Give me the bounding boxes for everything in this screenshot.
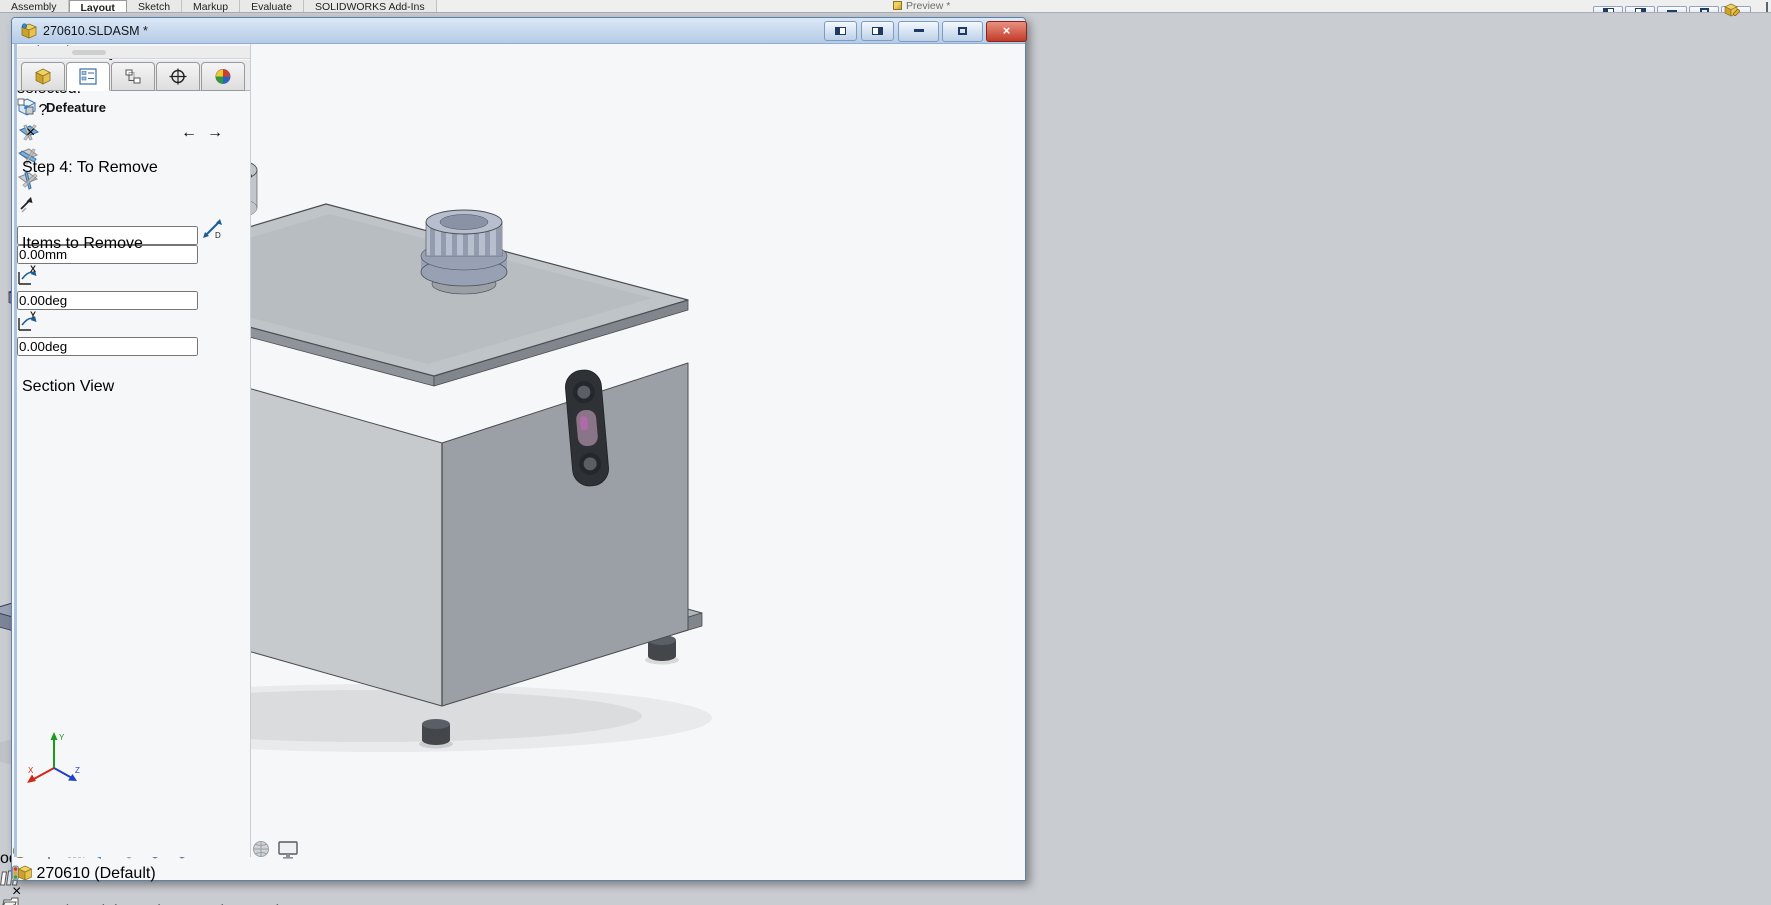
defeature-actions: × ← → bbox=[17, 124, 250, 146]
back-arrow-icon: ← bbox=[181, 124, 197, 141]
feature-tree-cube-icon bbox=[34, 68, 52, 85]
tab-layout[interactable]: Layout bbox=[69, 0, 127, 13]
items-group-header[interactable]: Items to Remove bbox=[17, 233, 250, 253]
command-manager-tab-strip: AssemblyLayoutSketchMarkupEvaluateSOLIDW… bbox=[0, 0, 1771, 13]
svg-text:Y: Y bbox=[59, 733, 65, 742]
editing-assembly-icon bbox=[1723, 3, 1740, 19]
defeature-header: Defeature ? bbox=[17, 98, 250, 120]
display-ball-icon bbox=[214, 68, 232, 85]
show-right-pane-button[interactable] bbox=[1625, 6, 1655, 13]
section-x-rotation-icon: X bbox=[17, 264, 39, 286]
forward-arrow-icon: → bbox=[207, 124, 223, 141]
left-pane-icon bbox=[1603, 8, 1614, 13]
back-step-button[interactable]: ← bbox=[181, 124, 197, 142]
tab-evaluate[interactable]: Evaluate bbox=[240, 0, 304, 13]
restore-button[interactable] bbox=[1689, 6, 1719, 13]
doc-left-pane-button[interactable] bbox=[824, 21, 857, 41]
assembly-doc-icon bbox=[21, 23, 38, 39]
section-y-rotation-field bbox=[17, 337, 250, 356]
close-icon: × bbox=[1003, 23, 1011, 38]
panel-title: Defeature bbox=[46, 100, 106, 115]
minimize-icon bbox=[914, 29, 924, 32]
feature-tree-root[interactable]: 270610 (Default) bbox=[12, 865, 1025, 883]
section-group-header[interactable]: Section View bbox=[17, 376, 250, 396]
svg-text:Z: Z bbox=[75, 766, 80, 775]
items-header-label: Items to Remove bbox=[22, 235, 143, 253]
section-y-rotation-input[interactable] bbox=[17, 337, 198, 356]
crosshair-target-icon bbox=[169, 68, 187, 85]
displaymanager-tab[interactable] bbox=[201, 62, 245, 91]
document-title: 270610.SLDASM * bbox=[43, 24, 148, 38]
section-x-rotation-field bbox=[17, 291, 250, 310]
left-pane-icon bbox=[835, 27, 846, 35]
restore-icon bbox=[958, 27, 967, 35]
show-left-pane-button[interactable] bbox=[1593, 6, 1623, 13]
defeature-icon bbox=[17, 98, 34, 115]
frame-edge bbox=[1766, 2, 1768, 12]
grip-handle[interactable] bbox=[72, 50, 106, 55]
step-group-header[interactable]: Step 4: To Remove bbox=[17, 157, 250, 177]
preview-window-title: Preview * bbox=[893, 0, 950, 13]
right-pane-icon bbox=[1635, 8, 1646, 13]
property-list-icon bbox=[79, 68, 97, 85]
step-header-label: Step 4: To Remove bbox=[22, 159, 158, 177]
tab-sketch[interactable]: Sketch bbox=[127, 0, 182, 13]
panel-top-grip[interactable] bbox=[17, 46, 250, 59]
configurationmanager-tab[interactable] bbox=[111, 62, 155, 91]
tab-solidworks-add-ins[interactable]: SOLIDWORKS Add-Ins bbox=[304, 0, 437, 13]
configuration-tree-icon bbox=[124, 68, 142, 85]
monitor-icon bbox=[277, 838, 299, 860]
assembly-tree-icon bbox=[12, 865, 32, 881]
apply-scene-button[interactable] bbox=[250, 847, 276, 864]
featuremanager-tab[interactable] bbox=[21, 62, 65, 91]
minimize-icon bbox=[1667, 10, 1677, 13]
orientation-triad: Y X Z bbox=[26, 730, 86, 790]
reference-arrow-icon bbox=[17, 195, 35, 213]
view-settings-button[interactable] bbox=[277, 847, 299, 864]
preview-doc-icon bbox=[893, 1, 902, 10]
cancel-x-icon: × bbox=[26, 124, 35, 141]
manager-tab-strip bbox=[17, 60, 250, 91]
cancel-button[interactable]: × bbox=[26, 124, 35, 142]
svg-text:X: X bbox=[28, 766, 34, 775]
section-header-label: Section View bbox=[22, 378, 114, 396]
document-tabbar: |◀◀▶▶| Model 3D Views Motion Study 1 bbox=[12, 901, 1025, 905]
svg-text:Y: Y bbox=[30, 310, 36, 320]
section-x-rotation-input[interactable] bbox=[17, 291, 198, 310]
doc-right-pane-button[interactable] bbox=[861, 21, 894, 41]
document-titlebar[interactable]: 270610.SLDASM * × bbox=[12, 18, 1025, 44]
apply-scene-icon bbox=[250, 838, 272, 860]
doc-restore-button[interactable] bbox=[942, 21, 983, 42]
solidworks-application: AssemblyLayoutSketchMarkupEvaluateSOLIDW… bbox=[0, 0, 1771, 905]
tab-assembly[interactable]: Assembly bbox=[0, 0, 69, 13]
feature-tree-root-label[interactable]: 270610 (Default) bbox=[36, 865, 155, 882]
svg-text:X: X bbox=[30, 264, 36, 274]
doc-close-button[interactable]: × bbox=[986, 21, 1027, 42]
section-y-rotation-icon: Y bbox=[17, 310, 39, 332]
section-reference-button[interactable] bbox=[17, 195, 250, 218]
right-pane-icon bbox=[872, 27, 883, 35]
minimize-button[interactable] bbox=[1657, 6, 1687, 13]
dimxpertmanager-tab[interactable] bbox=[156, 62, 200, 91]
document-window: 270610.SLDASM * × bbox=[11, 17, 1026, 881]
preview-cancel-watermark-icon: × bbox=[12, 883, 21, 900]
restore-icon bbox=[1700, 8, 1709, 13]
propertymanager-tab[interactable] bbox=[66, 62, 110, 91]
tab-markup[interactable]: Markup bbox=[182, 0, 240, 13]
doc-minimize-button[interactable] bbox=[898, 21, 939, 42]
next-step-button[interactable]: → bbox=[207, 124, 223, 142]
